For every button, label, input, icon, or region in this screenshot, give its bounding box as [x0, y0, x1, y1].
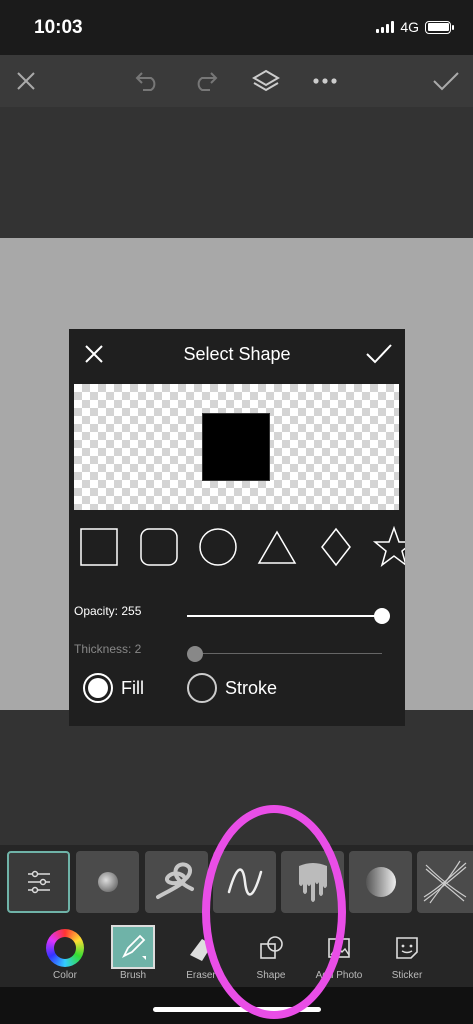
- brush-preset-gradient[interactable]: [349, 851, 412, 913]
- sliders-icon: [27, 870, 50, 894]
- opacity-slider-track[interactable]: [187, 615, 382, 617]
- layers-icon[interactable]: [250, 65, 282, 97]
- fill-radio[interactable]: [83, 673, 113, 703]
- status-bar: 10:03 4G: [0, 0, 473, 55]
- color-tool-label: Color: [53, 970, 77, 981]
- more-icon[interactable]: [309, 65, 341, 97]
- preview-square: [202, 413, 270, 481]
- brush-icon: [111, 925, 155, 969]
- workspace-background: [0, 107, 473, 238]
- shape-options-row: [69, 525, 405, 569]
- redo-icon[interactable]: [190, 65, 222, 97]
- brush-tool-label: Brush: [119, 970, 147, 981]
- thickness-slider-track[interactable]: [187, 653, 382, 654]
- status-indicators: 4G: [376, 19, 454, 35]
- color-wheel-icon: [45, 928, 85, 968]
- apply-check-icon[interactable]: [430, 65, 462, 97]
- thickness-label: Thickness: 2: [74, 642, 142, 656]
- stroke-option[interactable]: Stroke: [187, 673, 277, 703]
- dialog-confirm-icon[interactable]: [365, 341, 393, 367]
- color-tool[interactable]: Color: [30, 925, 100, 987]
- undo-icon[interactable]: [131, 65, 163, 97]
- opacity-slider-thumb[interactable]: [374, 608, 390, 624]
- dialog-header: Select Shape: [69, 329, 405, 381]
- brush-preset-soft-dot[interactable]: [76, 851, 139, 913]
- sticker-icon: [387, 928, 427, 968]
- dialog-title: Select Shape: [183, 344, 291, 364]
- stroke-radio[interactable]: [187, 673, 217, 703]
- status-time: 10:03: [34, 17, 83, 38]
- brush-tool[interactable]: Brush: [98, 925, 168, 987]
- select-shape-dialog: Select Shape Opacity: 255 Thickness: 2 F…: [69, 329, 405, 726]
- brush-preset-scribble[interactable]: [145, 851, 208, 913]
- rounded-square-icon[interactable]: [137, 525, 181, 569]
- brush-preset-lines[interactable]: [417, 851, 473, 913]
- star-icon[interactable]: [372, 525, 405, 569]
- square-icon[interactable]: [77, 525, 121, 569]
- battery-icon: [425, 20, 454, 34]
- network-type: 4G: [400, 19, 419, 35]
- shape-preview: [74, 384, 399, 510]
- opacity-label: Opacity: 255: [74, 604, 142, 618]
- signal-icon: [376, 21, 395, 33]
- thickness-slider-thumb[interactable]: [186, 646, 203, 662]
- sticker-tool[interactable]: Sticker: [372, 925, 442, 987]
- circle-icon[interactable]: [196, 525, 240, 569]
- top-toolbar: [0, 55, 473, 107]
- close-icon[interactable]: [10, 65, 42, 97]
- brush-settings-tile[interactable]: [7, 851, 70, 913]
- triangle-icon[interactable]: [255, 525, 299, 569]
- radio-selected-dot: [88, 678, 108, 698]
- fill-label: Fill: [121, 677, 144, 698]
- stroke-label: Stroke: [225, 677, 278, 698]
- diamond-icon[interactable]: [314, 525, 358, 569]
- fill-option[interactable]: Fill: [83, 673, 144, 703]
- sticker-tool-label: Sticker: [391, 970, 423, 981]
- shape-tool-highlight-circle: [202, 805, 346, 1019]
